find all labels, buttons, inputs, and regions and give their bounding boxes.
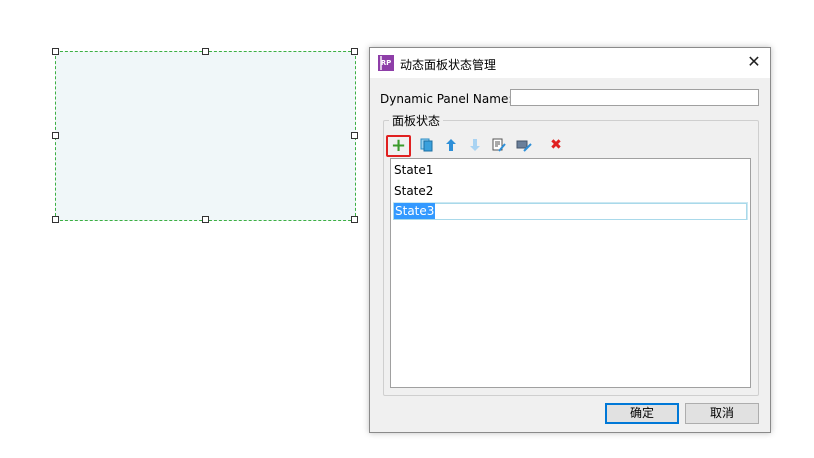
list-item[interactable]: State1 [393, 161, 748, 179]
move-up-button[interactable] [442, 136, 460, 154]
duplicate-state-button[interactable] [418, 136, 436, 154]
delete-state-button[interactable]: ✖ [547, 136, 565, 154]
close-button[interactable]: ✕ [746, 54, 762, 70]
edit-all-states-button[interactable] [515, 136, 533, 154]
arrow-up-icon [446, 139, 456, 151]
state-label: State2 [394, 184, 434, 198]
dynamic-panel-widget[interactable] [55, 51, 356, 221]
state-label: State3 [394, 203, 436, 219]
arrow-down-icon [470, 139, 480, 151]
resize-handle-bottom-left[interactable] [52, 216, 59, 223]
resize-handle-top-center[interactable] [202, 48, 209, 55]
list-item-selected[interactable]: State3 [393, 202, 748, 220]
panel-name-label: Dynamic Panel Name: [380, 92, 513, 106]
resize-handle-top-right[interactable] [351, 48, 358, 55]
resize-handle-bottom-right[interactable] [351, 216, 358, 223]
state-rename-field[interactable] [393, 203, 747, 220]
close-icon: ✕ [747, 52, 761, 71]
plus-icon: + [390, 135, 407, 156]
move-down-button[interactable] [466, 136, 484, 154]
ok-button[interactable]: 确定 [605, 403, 679, 424]
list-item[interactable]: State2 [393, 182, 748, 200]
dialog-title: 动态面板状态管理 [400, 58, 497, 72]
add-state-button[interactable]: + [386, 135, 411, 157]
axure-app-icon: RP [378, 55, 394, 71]
edit-all-states-icon [516, 140, 532, 152]
edit-state-button[interactable] [490, 136, 508, 154]
duplicate-icon [420, 138, 433, 152]
resize-handle-bottom-center[interactable] [202, 216, 209, 223]
resize-handle-top-left[interactable] [52, 48, 59, 55]
state-label: State1 [394, 163, 434, 177]
panel-states-group-label: 面板状态 [389, 112, 444, 129]
states-list[interactable]: State1 State2 State3 [390, 158, 751, 388]
delete-icon: ✖ [550, 137, 562, 153]
dynamic-panel-state-manager-dialog: RP 动态面板状态管理 ✕ Dynamic Panel Name: 面板状态 + [369, 47, 771, 433]
edit-state-icon [492, 138, 506, 152]
cancel-button[interactable]: 取消 [685, 403, 759, 424]
resize-handle-middle-left[interactable] [52, 132, 59, 139]
panel-name-input[interactable] [510, 89, 759, 106]
title-bar[interactable]: RP 动态面板状态管理 ✕ [370, 48, 770, 78]
resize-handle-middle-right[interactable] [351, 132, 358, 139]
